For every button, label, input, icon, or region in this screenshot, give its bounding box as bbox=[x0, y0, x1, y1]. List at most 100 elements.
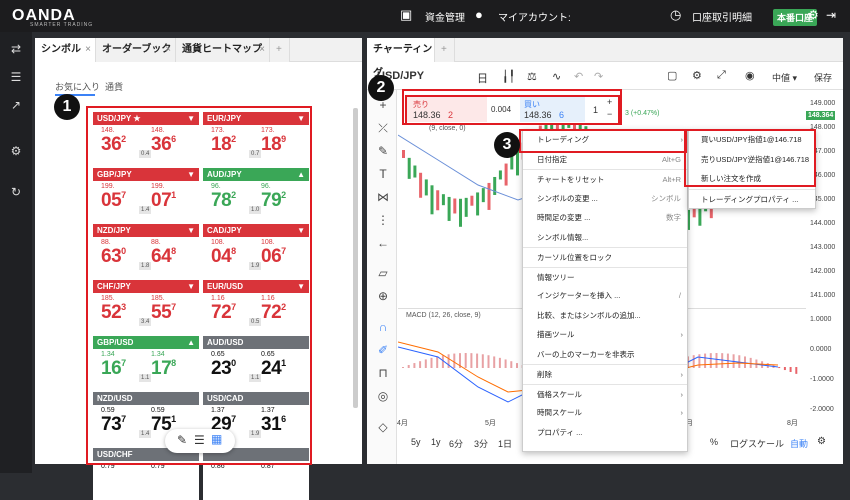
context-menu-item[interactable]: カーソル位置をロック bbox=[523, 247, 687, 267]
macd-bar bbox=[476, 353, 479, 368]
trade-icon[interactable]: ⇄ bbox=[9, 42, 23, 56]
news-icon[interactable]: ☰ bbox=[9, 70, 23, 84]
redo-icon[interactable]: ↷ bbox=[594, 70, 603, 83]
submenu-item[interactable]: トレーディングプロパティ ... bbox=[689, 188, 815, 209]
compare-icon[interactable]: ∿ bbox=[552, 70, 561, 83]
range-1y[interactable]: 1y bbox=[431, 437, 441, 447]
refresh-icon[interactable]: ↻ bbox=[9, 185, 23, 199]
settings-icon[interactable]: ⚙ bbox=[808, 8, 819, 22]
context-menu-item[interactable]: プロパティ ... bbox=[523, 423, 687, 443]
save-button[interactable]: 保存 bbox=[814, 71, 832, 84]
tab-heatmap[interactable]: 通貨ヒートマップ × bbox=[176, 38, 270, 62]
add-tab-button[interactable]: + bbox=[270, 38, 290, 62]
nav-statement[interactable]: 口座取引明細 bbox=[692, 9, 752, 24]
context-menu-item[interactable]: 時間スケール › bbox=[523, 403, 687, 423]
macd-bar bbox=[430, 357, 433, 368]
context-menu-item[interactable]: 価格スケール › bbox=[523, 383, 687, 404]
add-tab-button[interactable]: + bbox=[435, 38, 455, 62]
layout-icon[interactable]: ▢ bbox=[667, 69, 677, 82]
gear-icon[interactable]: ⚙ bbox=[817, 436, 826, 447]
zoom-icon[interactable]: ⊕ bbox=[375, 289, 391, 305]
log-scale-toggle[interactable]: ログスケール bbox=[730, 437, 784, 450]
statement-icon: ◷ bbox=[670, 7, 682, 22]
context-menu-item[interactable]: シンボルの変更 ... シンボル bbox=[523, 189, 687, 209]
fib-icon[interactable]: ⋮ bbox=[375, 213, 391, 229]
left-sidebar: ⇄ ☰ ↗ ⚙ ↻ bbox=[0, 32, 32, 473]
subtab-favorites[interactable]: お気に入り bbox=[55, 80, 100, 93]
logout-icon[interactable]: ⇥ bbox=[826, 8, 836, 22]
ruler-icon[interactable]: ▱ bbox=[375, 266, 391, 282]
macd-bar bbox=[704, 353, 707, 368]
candle bbox=[470, 195, 474, 206]
eye-icon[interactable]: ◎ bbox=[375, 389, 391, 405]
fullscreen-icon[interactable]: ⤢ bbox=[717, 69, 726, 82]
nav-account[interactable]: マイアカウント: bbox=[498, 9, 571, 24]
percent-toggle[interactable]: % bbox=[710, 437, 718, 447]
lock-icon[interactable]: ⊓ bbox=[375, 366, 391, 382]
lock-draw-icon[interactable]: ✐ bbox=[375, 343, 391, 359]
context-menu-item[interactable]: 情報ツリー bbox=[523, 266, 687, 287]
undo-icon[interactable]: ↶ bbox=[574, 70, 583, 83]
macd-bar bbox=[413, 363, 416, 368]
settings-icon[interactable]: ⚙ bbox=[9, 144, 23, 158]
account-icon: ● bbox=[475, 7, 483, 22]
macd-bar bbox=[493, 356, 496, 368]
range-5y[interactable]: 5y bbox=[411, 437, 421, 447]
menu-item-label: 時間足の変更 ... bbox=[537, 213, 591, 222]
gear-icon[interactable]: ⚙ bbox=[692, 69, 702, 82]
macd-bar bbox=[778, 367, 781, 369]
indicators-icon[interactable]: ⚖ bbox=[527, 70, 537, 83]
range-3m[interactable]: 3分 bbox=[474, 437, 488, 450]
macd-bar bbox=[407, 365, 410, 368]
macd-bar bbox=[424, 359, 427, 368]
callout-1: 1 bbox=[54, 94, 80, 120]
tab-orderbook[interactable]: オーダーブック × bbox=[96, 38, 176, 62]
context-menu-item[interactable]: インジケーターを挿入 ... / bbox=[523, 286, 687, 306]
candle bbox=[481, 188, 485, 203]
context-menu-item[interactable]: 時間足の変更 ... 数字 bbox=[523, 208, 687, 228]
subtab-currency[interactable]: 通貨 bbox=[105, 80, 123, 93]
chevron-right-icon: › bbox=[680, 408, 684, 417]
candle bbox=[436, 190, 440, 211]
macd-bar bbox=[436, 356, 439, 368]
context-menu-item[interactable]: 描画ツール › bbox=[523, 325, 687, 345]
context-menu-item[interactable]: シンボル情報... bbox=[523, 228, 687, 248]
context-menu-item[interactable]: チャートをリセット Alt+R bbox=[523, 169, 687, 189]
price-type-select[interactable]: 中値 ▾ bbox=[772, 71, 797, 84]
highlight-box-1 bbox=[86, 106, 312, 465]
candle-style-icon[interactable]: ╽╿ bbox=[502, 70, 515, 83]
pattern-icon[interactable]: ⋈ bbox=[375, 190, 391, 206]
top-bar: OANDA SMARTER TRADING ▣ 資金管理 ● マイアカウント: … bbox=[0, 0, 850, 32]
camera-icon[interactable]: ◉ bbox=[745, 69, 755, 82]
tab-charting[interactable]: チャーティング bbox=[367, 38, 435, 79]
menu-item-label: 日付指定 bbox=[537, 154, 567, 164]
macd-bar bbox=[504, 359, 507, 368]
arrow-icon[interactable]: ← bbox=[375, 236, 391, 252]
magnet-icon[interactable]: ∩ bbox=[375, 320, 391, 336]
range-1d[interactable]: 1日 bbox=[498, 437, 512, 450]
close-icon[interactable]: × bbox=[165, 38, 171, 62]
price-tick: 143.000 bbox=[810, 244, 836, 251]
range-6m[interactable]: 6分 bbox=[449, 437, 463, 450]
tab-symbols[interactable]: シンボル × bbox=[35, 38, 96, 62]
analysis-icon[interactable]: ↗ bbox=[9, 98, 23, 112]
menu-item-label: チャートをリセット bbox=[537, 175, 605, 184]
chevron-right-icon: › bbox=[680, 330, 684, 339]
context-menu-item[interactable]: 比較、またはシンボルの追加... bbox=[523, 306, 687, 326]
indicator-legend: (9, close, 0) bbox=[429, 125, 466, 132]
layers-icon[interactable]: ◇ bbox=[375, 420, 391, 436]
auto-scale-toggle[interactable]: 自動 bbox=[790, 437, 808, 450]
timeframe-selector[interactable]: 日 bbox=[477, 70, 488, 86]
brush-icon[interactable]: ✎ bbox=[375, 144, 391, 160]
macd-bar bbox=[481, 354, 484, 368]
scrollbar[interactable] bbox=[353, 108, 358, 408]
context-menu-item[interactable]: バーの上のマーカーを非表示 bbox=[523, 345, 687, 365]
nav-funds[interactable]: 資金管理 bbox=[425, 9, 465, 24]
text-icon[interactable]: T bbox=[375, 167, 391, 183]
context-menu-item[interactable]: 削除 › bbox=[523, 364, 687, 384]
callout-3: 3 bbox=[494, 132, 520, 158]
trendline-icon[interactable]: ⤫ bbox=[375, 121, 391, 137]
price-tick: 144.000 bbox=[810, 220, 836, 227]
close-icon[interactable]: × bbox=[85, 38, 91, 62]
close-icon[interactable]: × bbox=[259, 38, 265, 62]
